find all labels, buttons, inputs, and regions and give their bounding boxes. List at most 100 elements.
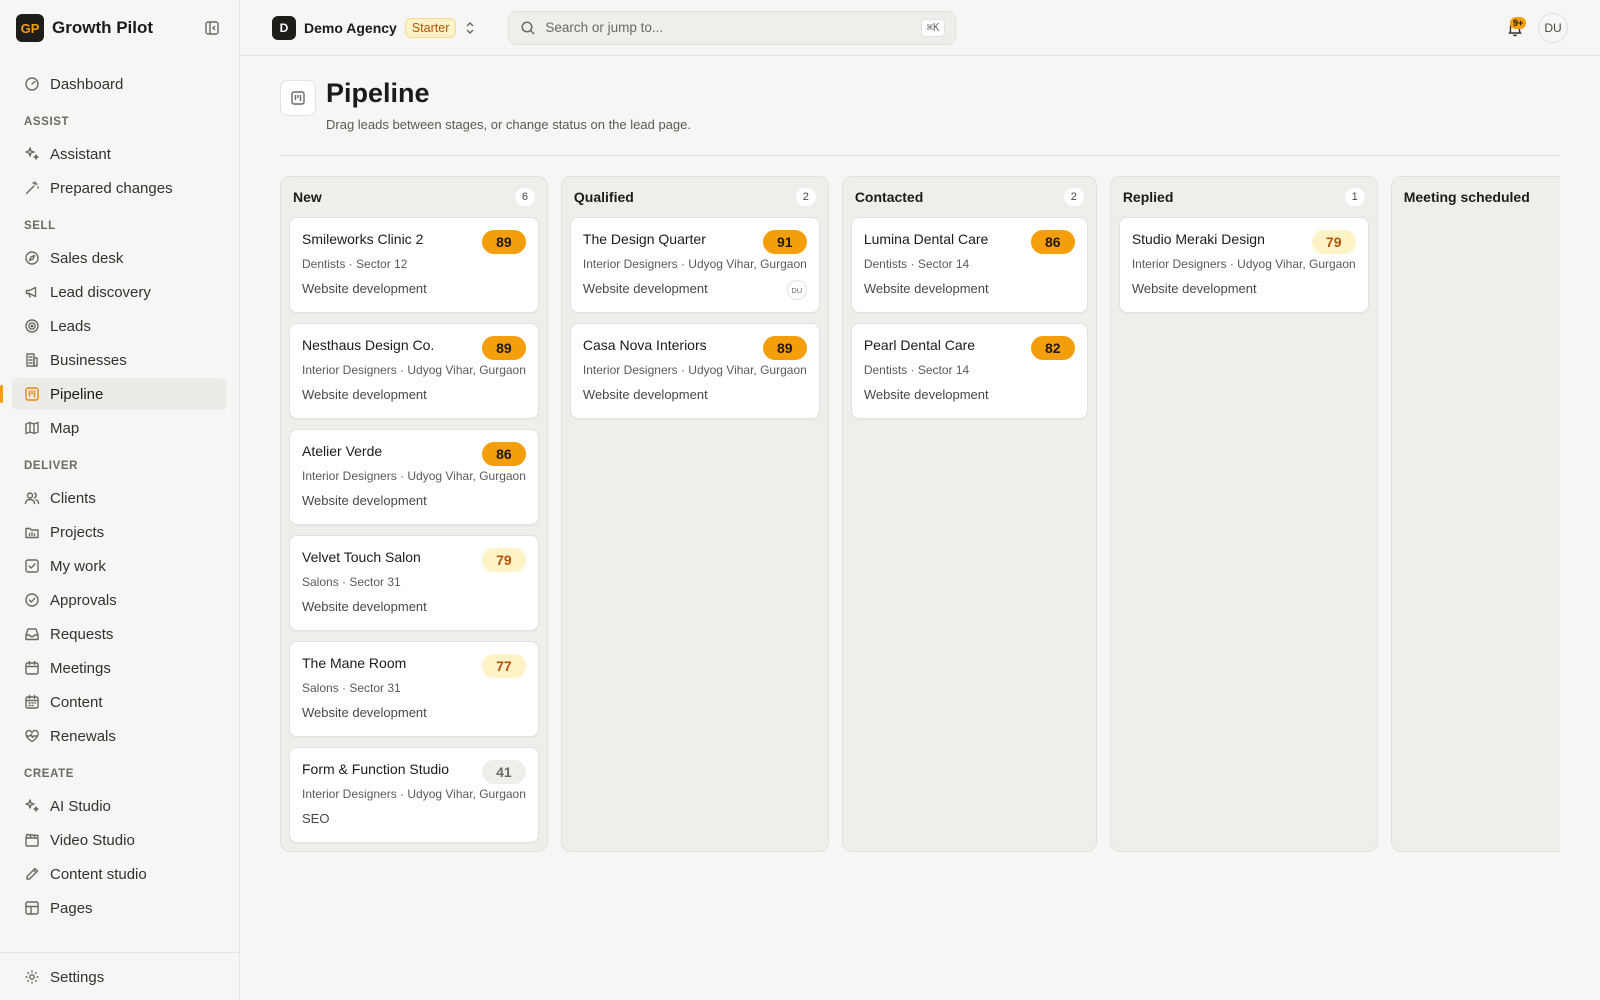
sidebar-item-pages[interactable]: Pages [12,892,227,924]
brand-name[interactable]: Growth Pilot [52,18,153,38]
sidebar-item-approvals[interactable]: Approvals [12,584,227,616]
sidebar-item-ai-studio[interactable]: AI Studio [12,790,227,822]
sidebar-item-label: Content studio [50,865,147,883]
lead-name[interactable]: Form & Function Studio [302,761,462,777]
check-square-icon [24,558,40,574]
lead-card[interactable]: The Mane Room 77 Salons · Sector 31 Website… [289,641,539,737]
pipeline-column-replied[interactable]: Replied 1 Studio Meraki Design 79 Interior D… [1109,176,1378,852]
sidebar-item-label: Map [50,419,80,437]
lead-meta: Interior Designers · Udyog Vihar, Gurgao… [1131,257,1356,271]
sidebar-item-lead-discovery[interactable]: Lead discovery [12,276,227,308]
lead-name[interactable]: Pearl Dental Care [864,337,1024,353]
sidebar-item-pipeline[interactable]: Pipeline [0,378,227,410]
sidebar-item-map[interactable]: Map [12,412,227,444]
sidebar-item-requests[interactable]: Requests [12,618,227,650]
sidebar-item-label: Clients [50,489,96,507]
check-circle-icon [24,592,40,608]
sidebar-item-content-studio[interactable]: Content studio [12,858,227,890]
sidebar-nav: Dashboard ASSIST Assistant Prepared changes… [0,68,227,926]
pipeline-column-meeting-scheduled[interactable]: Meeting scheduled [1390,176,1560,852]
lead-meta: Interior Designers · Udyog Vihar, Gurgao… [582,257,807,271]
lead-name[interactable]: Lumina Dental Care [864,231,1024,247]
notifications-badge: 9+ [1510,16,1527,29]
megaphone-icon [24,284,40,300]
kanban-icon [24,386,40,402]
user-avatar[interactable]: DU [1538,12,1568,43]
workspace-avatar[interactable]: D [272,15,296,40]
sidebar-item-my-work[interactable]: My work [12,550,227,582]
column-title: Contacted [854,189,924,205]
lead-meta: Dentists · Sector 14 [863,363,970,377]
lead-card[interactable]: Lumina Dental Care 86 Dentists · Sector 14… [850,217,1088,313]
sidebar-item-label: Prepared changes [50,179,173,197]
building-icon [24,352,40,368]
lead-name[interactable]: Nesthaus Design Co. [302,337,462,353]
pipeline-board: New 6 Smileworks Clinic 2 89 Dentists · Sect… [280,176,1560,852]
sidebar-item-label: Content [50,693,103,711]
lead-score-badge: 41 [481,760,526,784]
lead-meta: Interior Designers · Udyog Vihar, Gurgao… [302,363,526,377]
sidebar-item-content[interactable]: Content [12,686,227,718]
lead-meta: Dentists · Sector 14 [863,257,970,271]
sidebar-item-dashboard[interactable]: Dashboard [12,68,227,100]
sidebar-item-meetings[interactable]: Meetings [12,652,227,684]
lead-score-badge: 89 [481,336,526,360]
lead-card[interactable]: The Design Quarter 91 Interior Designers ·… [569,217,820,313]
column-header: Qualified 2 [570,185,820,209]
lead-name[interactable]: The Mane Room [302,655,462,671]
sidebar-item-projects[interactable]: Projects [12,516,227,548]
lead-name[interactable]: Velvet Touch Salon [302,549,462,565]
sidebar-item-assistant[interactable]: Assistant [12,138,227,170]
sidebar-item-leads[interactable]: Leads [12,310,227,342]
lead-card[interactable]: Nesthaus Design Co. 89 Interior Designers … [289,323,539,419]
lead-card[interactable]: Atelier Verde 86 Interior Designers · Udyo… [289,429,539,525]
lead-card[interactable]: Pearl Dental Care 82 Dentists · Sector 14 W… [850,323,1088,419]
lead-service: Website development [863,281,989,296]
lead-name[interactable]: Studio Meraki Design [1132,231,1292,247]
lead-score-badge: 86 [481,442,526,466]
collapse-sidebar-icon[interactable] [201,17,223,39]
lead-name[interactable]: The Design Quarter [583,231,743,247]
sidebar-item-video-studio[interactable]: Video Studio [12,824,227,856]
lead-name[interactable]: Smileworks Clinic 2 [302,231,462,247]
calendar-days-icon [24,694,40,710]
lead-service: Website development [302,387,427,402]
sidebar-item-label: Requests [50,625,114,643]
lead-name[interactable]: Atelier Verde [302,443,462,459]
sidebar-item-settings[interactable]: Settings [12,961,227,993]
lead-card[interactable]: Velvet Touch Salon 79 Salons · Sector 31 We… [289,535,539,631]
lead-service: Website development [302,705,427,720]
pipeline-column-new[interactable]: New 6 Smileworks Clinic 2 89 Dentists · Sect… [280,176,548,852]
column-count: 2 [1063,188,1084,206]
sidebar-item-businesses[interactable]: Businesses [12,344,227,376]
sidebar-item-clients[interactable]: Clients [12,482,227,514]
lead-card[interactable]: Casa Nova Interiors 89 Interior Designers … [569,323,820,419]
lead-card[interactable]: Smileworks Clinic 2 89 Dentists · Sector 1… [289,217,539,313]
lead-meta: Interior Designers · Udyog Vihar, Gurgao… [302,787,526,801]
kanban-icon [280,80,316,116]
lead-service: Website development [302,493,427,508]
lead-card[interactable]: Form & Function Studio 41 Interior Designe… [289,747,539,843]
chevron-up-down-icon[interactable] [464,21,476,35]
sidebar-item-sales-desk[interactable]: Sales desk [12,242,227,274]
pipeline-column-contacted[interactable]: Contacted 2 Lumina Dental Care 86 Dentists ·… [841,176,1097,852]
sidebar-item-prepared-changes[interactable]: Prepared changes [12,172,227,204]
brand-logo[interactable]: GP [16,14,44,42]
lead-score-badge: 79 [481,548,526,572]
pipeline-column-qualified[interactable]: Qualified 2 The Design Quarter 91 Interior D… [560,176,829,852]
assignee-avatar[interactable]: DU [786,280,807,300]
sidebar-item-renewals[interactable]: Renewals [12,720,227,752]
lead-service: Website development [863,387,989,402]
brand: GP Growth Pilot [0,0,239,56]
column-count: 6 [514,188,535,206]
search-input[interactable]: Search or jump to... ⌘K [508,10,957,45]
lead-name[interactable]: Casa Nova Interiors [583,337,743,353]
workspace-name[interactable]: Demo Agency [304,20,397,36]
plan-badge: Starter [404,17,457,38]
map-icon [24,420,40,436]
lead-card[interactable]: Studio Meraki Design 79 Interior Designers… [1118,217,1369,313]
clapperboard-icon [24,832,40,848]
sidebar-item-label: Lead discovery [50,283,151,301]
sidebar-item-label: Meetings [50,659,111,677]
notifications-button[interactable]: 9+ [1504,16,1527,39]
